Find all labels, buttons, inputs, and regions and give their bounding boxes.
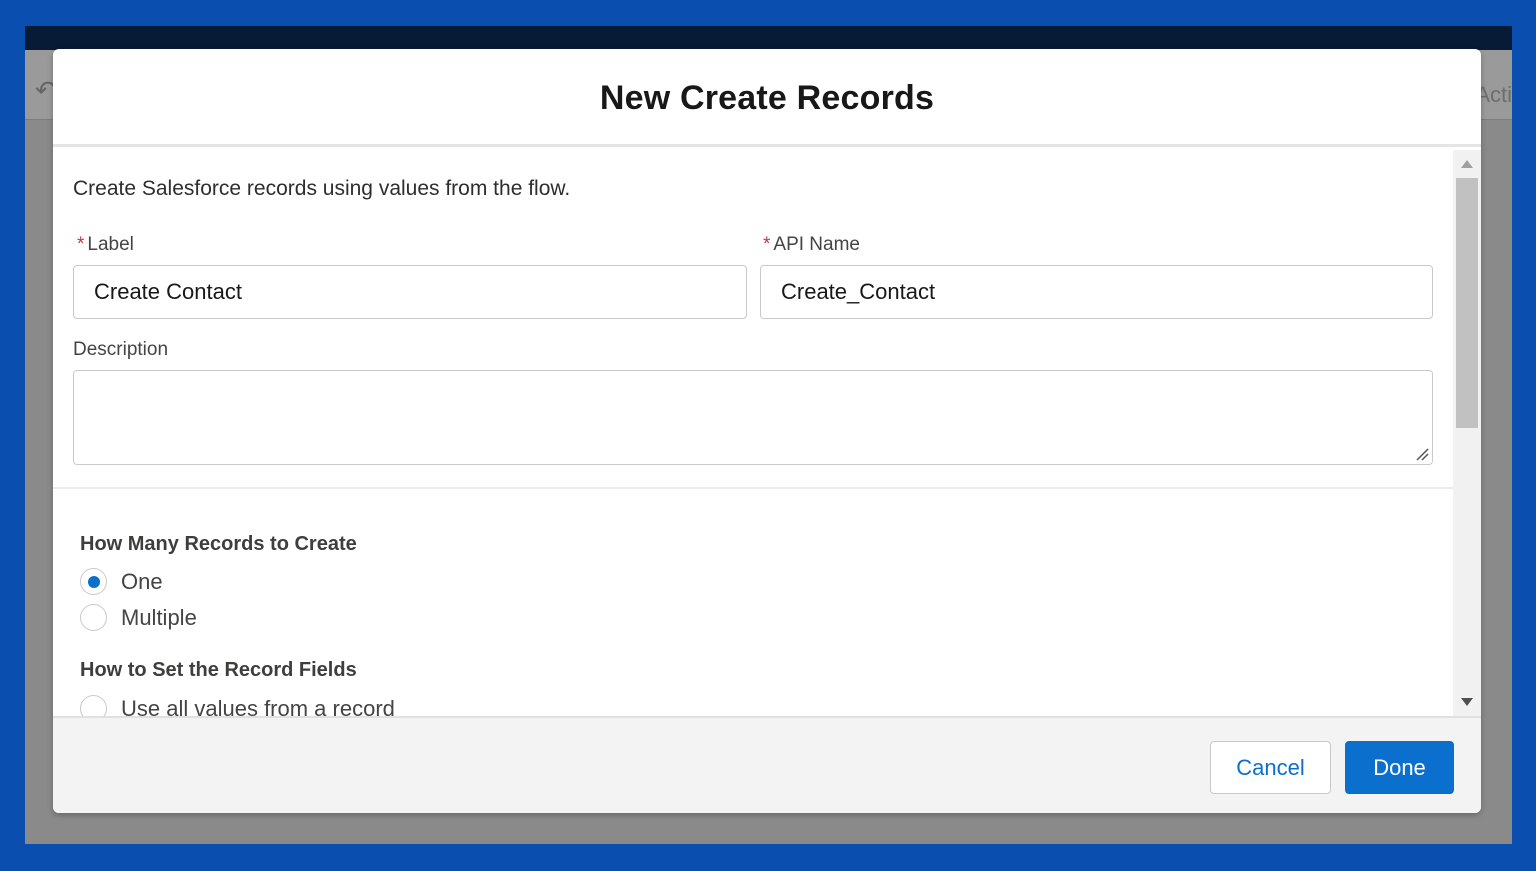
radio-button[interactable] <box>80 695 107 716</box>
intro-text: Create Salesforce records using values f… <box>73 177 571 200</box>
radio-label: Multiple <box>121 605 197 630</box>
modal-footer: Cancel Done <box>53 716 1481 813</box>
body-scrollbar[interactable] <box>1453 150 1481 716</box>
radio-label: One <box>121 569 163 594</box>
radio-label: Use all values from a record <box>121 696 395 716</box>
app-top-bar <box>25 26 1512 50</box>
new-create-records-modal: New Create Records Create Salesforce rec… <box>53 49 1481 813</box>
api-name-input[interactable]: Create_Contact <box>760 265 1433 319</box>
scroll-up-arrow-icon[interactable] <box>1461 160 1473 168</box>
label-input-value: Create Contact <box>94 279 242 304</box>
modal-header: New Create Records <box>53 49 1481 147</box>
modal-body: Create Salesforce records using values f… <box>53 150 1453 716</box>
how-to-set-fields-title: How to Set the Record Fields <box>80 659 357 681</box>
description-field-label: Description <box>73 339 169 360</box>
description-textarea[interactable] <box>73 370 1433 465</box>
label-field-label-text: Label <box>87 234 134 255</box>
api-name-input-value: Create_Contact <box>781 279 936 304</box>
label-field-label: * Label <box>77 234 134 256</box>
modal-title: New Create Records <box>599 79 935 117</box>
radio-button[interactable] <box>80 604 107 631</box>
api-name-field-label-text: API Name <box>773 234 860 255</box>
required-marker: * <box>77 234 85 255</box>
scroll-down-arrow-icon[interactable] <box>1461 698 1473 706</box>
scroll-thumb[interactable] <box>1456 178 1478 428</box>
api-name-field-label: * API Name <box>763 234 860 256</box>
cancel-button[interactable]: Cancel <box>1210 741 1331 794</box>
how-many-records-title: How Many Records to Create <box>80 533 357 555</box>
section-divider <box>53 487 1453 489</box>
done-button[interactable]: Done <box>1345 741 1454 794</box>
required-marker: * <box>763 234 771 255</box>
resize-handle-icon[interactable] <box>1415 447 1429 461</box>
label-input[interactable]: Create Contact <box>73 265 747 319</box>
radio-button-checked[interactable] <box>80 568 107 595</box>
